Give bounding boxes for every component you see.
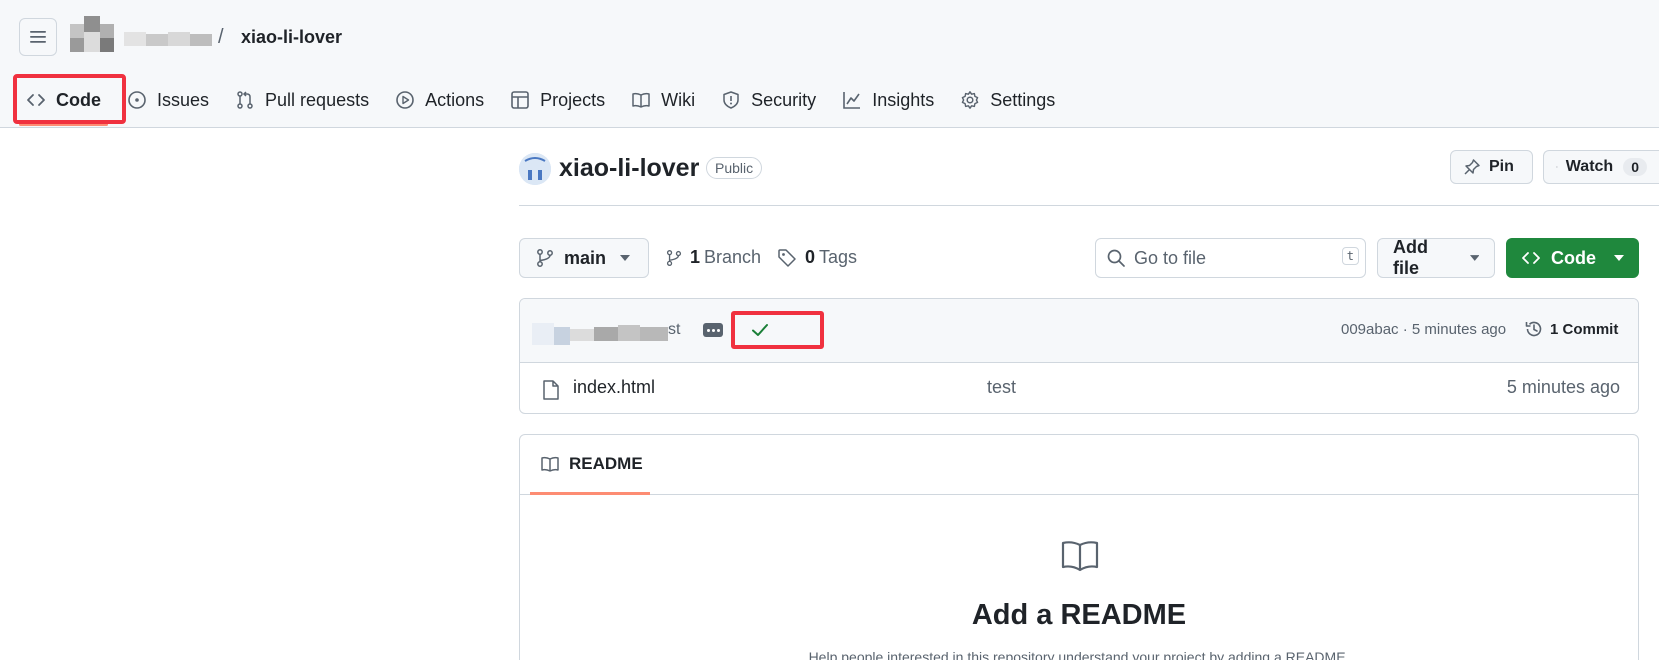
- tab-label: Insights: [872, 89, 935, 110]
- branch-selector[interactable]: main: [519, 238, 649, 278]
- code-icon: [27, 94, 45, 106]
- tab-settings[interactable]: Settings: [947, 80, 1068, 120]
- branch-icon: [666, 249, 682, 266]
- tags-link[interactable]: 0 Tags: [777, 247, 857, 268]
- graph-icon: [843, 92, 861, 109]
- add-file-button[interactable]: Add file: [1377, 237, 1495, 278]
- tag-icon: [778, 248, 796, 267]
- caret-down-icon: [620, 255, 631, 261]
- annotation-box-check-status: [731, 311, 824, 349]
- tab-pull-requests[interactable]: Pull requests: [222, 80, 382, 120]
- owner-name-redacted[interactable]: [124, 28, 212, 50]
- menu-button[interactable]: [19, 18, 57, 56]
- hamburger-icon: [30, 31, 46, 43]
- code-button-label: Code: [1551, 247, 1596, 268]
- latest-commit-bar: st 009abac · 5 minutes ago 1 Commit: [520, 299, 1638, 363]
- commit-count-label: 1 Commit: [1550, 320, 1619, 338]
- tab-label: Issues: [157, 89, 210, 110]
- tag-count: 0: [805, 247, 816, 267]
- search-icon: [1107, 249, 1125, 267]
- file-name-link[interactable]: index.html: [573, 377, 655, 398]
- tab-issues[interactable]: Issues: [114, 80, 222, 120]
- commit-hash-time[interactable]: 009abac · 5 minutes ago: [1341, 321, 1506, 338]
- code-dropdown-button[interactable]: Code: [1506, 238, 1639, 278]
- breadcrumb-separator: /: [218, 26, 224, 48]
- pin-button[interactable]: Pin: [1450, 150, 1533, 184]
- pull-request-icon: [237, 91, 253, 109]
- commit-author-redacted[interactable]: [532, 319, 668, 349]
- table-row[interactable]: index.html test 5 minutes ago: [520, 363, 1638, 413]
- table-icon: [511, 91, 529, 109]
- breadcrumb-repo-link[interactable]: xiao-li-lover: [241, 27, 342, 48]
- file-icon: [543, 380, 559, 400]
- repo-header: / xiao-li-lover Code Issues Pull request…: [0, 0, 1659, 128]
- play-icon: [396, 91, 414, 109]
- readme-tabbar: README: [520, 435, 1638, 495]
- repo-title[interactable]: xiao-li-lover: [559, 154, 699, 183]
- tab-label: Security: [751, 89, 817, 110]
- repo-title-row: xiao-li-lover Public Pin Watch 0: [519, 150, 1659, 206]
- commit-history-link[interactable]: 1 Commit: [1524, 319, 1618, 339]
- watch-button[interactable]: Watch 0: [1543, 150, 1659, 184]
- branch-name: main: [564, 247, 607, 268]
- tab-projects[interactable]: Projects: [497, 80, 618, 120]
- shortcut-hint: t: [1341, 247, 1359, 265]
- readme-panel: README Add a README Help people interest…: [519, 434, 1639, 660]
- branches-link[interactable]: 1 Branch: [666, 247, 761, 268]
- commit-expand-button[interactable]: [703, 323, 723, 337]
- commit-message[interactable]: st: [668, 321, 680, 339]
- file-browser: st 009abac · 5 minutes ago 1 Commit inde…: [519, 298, 1639, 414]
- branch-icon: [537, 249, 553, 267]
- tab-label: Pull requests: [265, 89, 370, 110]
- readme-empty-text: Help people interested in this repositor…: [808, 649, 1350, 660]
- readme-tab-label: README: [569, 453, 643, 473]
- book-icon: [632, 92, 650, 108]
- repo-toolbar: main 1 Branch 0 Tags t Add file Code: [519, 237, 1639, 278]
- file-commit-message[interactable]: test: [987, 377, 1016, 398]
- readme-empty-heading: Add a README: [971, 599, 1187, 631]
- branch-count: 1: [690, 247, 701, 267]
- check-icon[interactable]: [751, 323, 769, 337]
- watch-count: 0: [1623, 158, 1647, 176]
- branch-count-label: Branch: [704, 247, 762, 267]
- repo-avatar: [519, 153, 551, 185]
- owner-avatar[interactable]: [70, 16, 114, 54]
- file-commit-time: 5 minutes ago: [1506, 377, 1620, 397]
- caret-down-icon: [1469, 255, 1479, 261]
- book-icon: [541, 456, 559, 472]
- watch-label: Watch: [1565, 158, 1614, 175]
- pin-label: Pin: [1489, 158, 1514, 175]
- gear-icon: [961, 91, 979, 109]
- code-icon: [1522, 252, 1540, 264]
- pin-icon: [1464, 159, 1480, 175]
- book-icon: [1061, 541, 1099, 572]
- shield-icon: [723, 91, 739, 109]
- tab-readme[interactable]: README: [530, 435, 650, 495]
- tab-label: Code: [56, 89, 101, 110]
- tab-wiki[interactable]: Wiki: [618, 80, 708, 120]
- add-file-label: Add file: [1393, 237, 1428, 278]
- visibility-badge: Public: [706, 157, 763, 179]
- tag-count-label: Tags: [819, 247, 858, 267]
- go-to-file-input[interactable]: [1134, 247, 1324, 269]
- tab-insights[interactable]: Insights: [829, 80, 947, 120]
- go-to-file-search[interactable]: t: [1095, 238, 1366, 278]
- issue-icon: [128, 91, 146, 109]
- caret-down-icon: [1614, 255, 1624, 261]
- tab-actions[interactable]: Actions: [382, 80, 497, 120]
- tab-code[interactable]: Code: [13, 80, 114, 126]
- tab-label: Actions: [425, 89, 485, 110]
- tab-label: Wiki: [661, 89, 696, 110]
- tab-security[interactable]: Security: [708, 80, 829, 120]
- tab-label: Settings: [990, 89, 1056, 110]
- tab-label: Projects: [540, 89, 606, 110]
- history-icon: [1525, 321, 1542, 337]
- eye-icon: [1556, 166, 1558, 168]
- repo-nav: Code Issues Pull requests Actions Projec…: [13, 74, 1068, 126]
